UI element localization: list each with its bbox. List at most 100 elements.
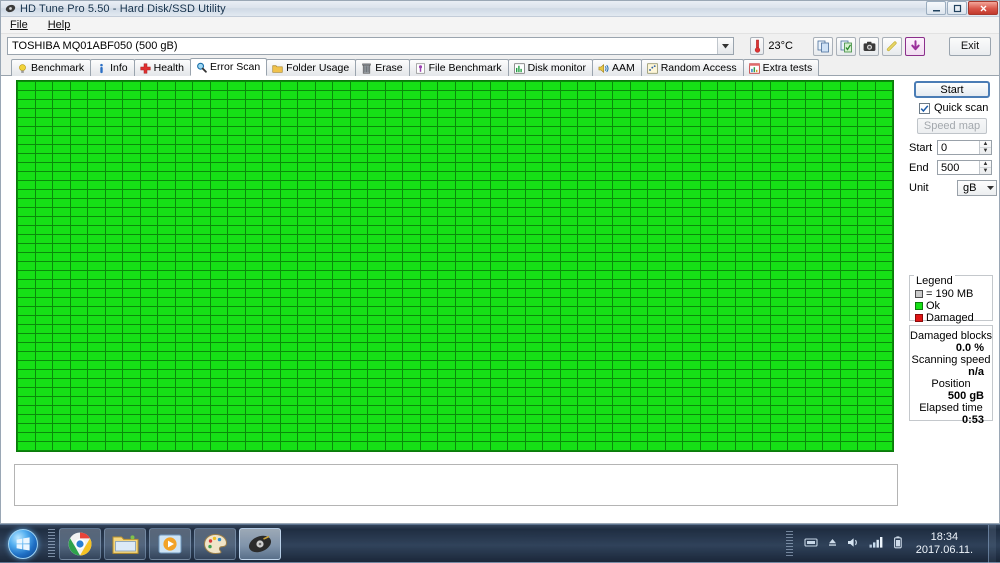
chevron-down-icon[interactable] xyxy=(987,181,994,195)
menu-item-file[interactable]: File xyxy=(7,18,31,32)
end-input[interactable]: 500 ▲ ▼ xyxy=(937,160,992,175)
taskbar-paint[interactable] xyxy=(194,527,236,560)
scan-block xyxy=(123,208,140,216)
scan-block xyxy=(753,397,770,405)
tray-volume[interactable] xyxy=(847,536,860,552)
start-stepper-up[interactable]: ▲ xyxy=(980,141,991,148)
scan-block xyxy=(735,352,752,360)
taskbar-clock[interactable]: 18:34 2017.06.11. xyxy=(912,531,979,557)
scan-block xyxy=(158,361,175,369)
scan-block xyxy=(333,163,350,171)
scan-block xyxy=(263,415,280,423)
minimize-button[interactable] xyxy=(926,1,946,15)
scan-block xyxy=(88,397,105,405)
scan-block xyxy=(455,199,472,207)
scan-block xyxy=(263,226,280,234)
scan-block xyxy=(665,244,682,252)
tab-health[interactable]: Health xyxy=(133,59,191,76)
exit-button[interactable]: Exit xyxy=(949,36,991,56)
scan-block xyxy=(700,235,717,243)
scan-block xyxy=(210,298,227,306)
scan-block xyxy=(613,154,630,162)
tab-file-benchmark[interactable]: File Benchmark xyxy=(408,59,509,76)
system-tray: 18:34 2017.06.11. xyxy=(785,524,1000,563)
scan-block xyxy=(403,316,420,324)
tab-error-scan[interactable]: Error Scan xyxy=(189,58,268,76)
scan-block xyxy=(770,217,787,225)
speed-map-button[interactable]: Speed map xyxy=(917,118,987,134)
scan-block xyxy=(683,442,700,450)
scan-block xyxy=(560,190,577,198)
scan-block xyxy=(858,442,875,450)
quick-scan-checkbox[interactable]: Quick scan xyxy=(919,102,988,114)
scan-block xyxy=(560,181,577,189)
end-stepper-down[interactable]: ▼ xyxy=(980,168,991,174)
scan-block xyxy=(683,388,700,396)
scan-block xyxy=(18,388,35,396)
scan-block xyxy=(525,172,542,180)
maximize-button[interactable] xyxy=(947,1,967,15)
save-button[interactable] xyxy=(905,36,925,56)
tab-disk-monitor[interactable]: Disk monitor xyxy=(507,59,593,76)
attach-button[interactable] xyxy=(882,36,902,56)
scan-block xyxy=(35,406,52,414)
scan-block xyxy=(88,298,105,306)
scan-block xyxy=(508,397,525,405)
tab-extra-tests[interactable]: Extra tests xyxy=(742,59,820,76)
taskbar-media-player[interactable] xyxy=(149,527,191,560)
end-stepper-up[interactable]: ▲ xyxy=(980,161,991,168)
scan-block xyxy=(88,388,105,396)
tab-benchmark[interactable]: Benchmark xyxy=(11,59,92,76)
scan-block xyxy=(455,163,472,171)
scan-block xyxy=(770,289,787,297)
chevron-down-icon[interactable] xyxy=(717,38,734,54)
scan-block xyxy=(823,190,840,198)
taskbar-explorer[interactable] xyxy=(104,527,146,560)
scan-block xyxy=(263,442,280,450)
scan-block xyxy=(228,289,245,297)
scan-block xyxy=(193,307,210,315)
tray-battery[interactable] xyxy=(893,535,903,552)
tab-random-access[interactable]: Random Access xyxy=(640,59,744,76)
drive-selector[interactable]: TOSHIBA MQ01ABF050 (500 gB) xyxy=(7,37,735,55)
scan-block xyxy=(333,136,350,144)
menu-item-help[interactable]: Help xyxy=(45,18,74,32)
tray-safely-remove[interactable] xyxy=(827,537,838,550)
tab-erase[interactable]: Erase xyxy=(355,59,410,76)
scan-block xyxy=(438,136,455,144)
copy-button[interactable] xyxy=(813,36,833,56)
unit-select[interactable]: gB xyxy=(957,180,997,196)
scan-control-panel: Start Quick scan Speed map Start 0 ▲ ▼ E… xyxy=(903,76,999,523)
scan-block xyxy=(368,235,385,243)
start-stepper-down[interactable]: ▼ xyxy=(980,148,991,154)
log-panel[interactable] xyxy=(14,464,898,506)
scan-block xyxy=(385,91,402,99)
scan-block xyxy=(543,262,560,270)
scan-block xyxy=(525,298,542,306)
scan-block xyxy=(875,181,892,189)
start-input[interactable]: 0 ▲ ▼ xyxy=(937,140,992,155)
tab-info[interactable]: Info xyxy=(90,59,135,76)
start-button[interactable]: Start xyxy=(914,81,990,98)
end-stepper[interactable]: ▲ ▼ xyxy=(979,161,991,174)
tab-folder-usage[interactable]: Folder Usage xyxy=(266,59,357,76)
scan-block xyxy=(438,334,455,342)
taskbar-hdtune[interactable] xyxy=(239,527,281,560)
scan-block xyxy=(508,226,525,234)
close-button[interactable] xyxy=(968,1,998,15)
show-desktop-button[interactable] xyxy=(988,524,996,563)
scan-block xyxy=(420,235,437,243)
start-button[interactable] xyxy=(1,527,45,561)
scan-block xyxy=(403,370,420,378)
taskbar-chrome[interactable] xyxy=(59,527,101,560)
scan-block-map[interactable] xyxy=(16,80,894,452)
tray-network[interactable] xyxy=(869,536,884,551)
scan-block xyxy=(560,325,577,333)
tray-hidden-icons[interactable] xyxy=(804,536,818,551)
copy-to-clipboard-button[interactable] xyxy=(836,36,856,56)
start-stepper[interactable]: ▲ ▼ xyxy=(979,141,991,154)
scan-block xyxy=(280,262,297,270)
tab-aam[interactable]: AAM xyxy=(591,59,642,76)
screenshot-button[interactable] xyxy=(859,36,879,56)
scan-block xyxy=(490,181,507,189)
